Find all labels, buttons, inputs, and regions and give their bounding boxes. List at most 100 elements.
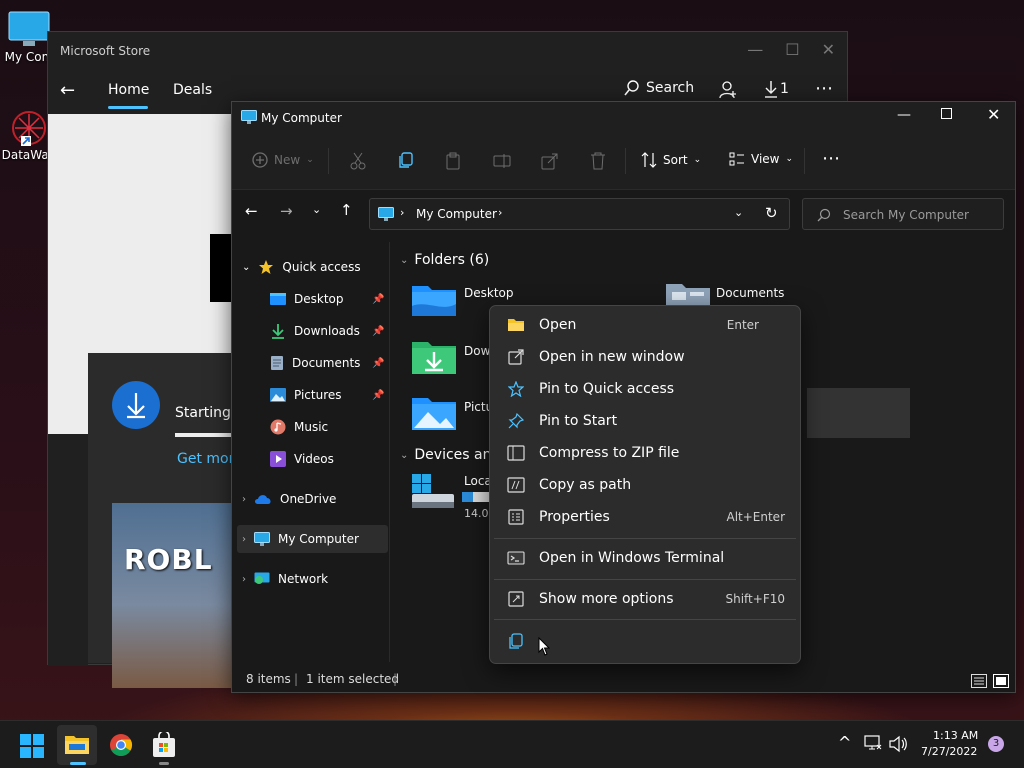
store-tab-home[interactable]: Home [108, 82, 149, 98]
rename-icon[interactable] [493, 152, 511, 170]
get-more-link[interactable]: Get mor [177, 451, 234, 467]
volume-icon[interactable] [889, 735, 909, 753]
folder-item-pictures[interactable]: Pictu [412, 396, 493, 432]
view-button[interactable]: View ⌄ [729, 152, 793, 166]
folder-item-desktop[interactable]: Desktop [412, 282, 514, 318]
menu-item-open[interactable]: Open Enter [495, 309, 795, 341]
minimize-icon[interactable]: — [747, 40, 763, 59]
menu-item-show-more-options[interactable]: Show more options Shift+F10 [495, 583, 795, 615]
nav-item-documents[interactable]: Documents [270, 349, 360, 377]
star-icon [503, 381, 529, 397]
minimize-icon[interactable]: — [897, 107, 911, 123]
new-label: New [274, 153, 301, 167]
navigation-pane: ⌄ Quick access Desktop 📌 Downloads 📌 Doc… [232, 242, 390, 662]
menu-item-windows-terminal[interactable]: Open in Windows Terminal [495, 542, 795, 574]
chrome-icon[interactable] [109, 733, 133, 757]
pin-icon: 📌 [372, 326, 385, 337]
paste-icon[interactable] [445, 152, 461, 170]
menu-item-label: Show more options [539, 591, 674, 607]
recent-locations-icon[interactable]: ⌄ [312, 203, 321, 216]
nav-item-videos[interactable]: Videos [270, 445, 334, 473]
nav-onedrive[interactable]: › OneDrive [242, 485, 336, 513]
chevron-right-icon[interactable]: › [242, 574, 246, 585]
chevron-right-icon[interactable]: › [242, 494, 246, 505]
account-icon[interactable] [718, 80, 738, 100]
maximize-icon[interactable] [941, 108, 952, 119]
start-button-icon[interactable] [20, 734, 44, 758]
menu-item-compress-zip[interactable]: Compress to ZIP file [495, 437, 795, 469]
nav-network[interactable]: › Network [242, 565, 328, 593]
menu-separator [494, 579, 796, 580]
game-banner: ROBL [112, 503, 238, 688]
desktop-folder-icon [412, 286, 456, 316]
menu-item-properties[interactable]: Properties Alt+Enter [495, 501, 795, 533]
chevron-down-icon[interactable]: ⌄ [400, 255, 408, 266]
menu-separator [494, 538, 796, 539]
chevron-right-icon[interactable]: › [242, 534, 246, 545]
chevron-down-icon[interactable]: ⌄ [734, 206, 743, 219]
new-button[interactable]: New ⌄ [252, 152, 314, 168]
store-search-button[interactable]: Search [624, 80, 694, 96]
folder-name: Desktop [464, 286, 514, 300]
menu-item-label: Open in new window [539, 349, 685, 365]
nav-my-computer[interactable]: › My Computer [242, 525, 359, 553]
cut-icon[interactable] [350, 152, 366, 170]
store-downloads-button[interactable]: 1 [764, 80, 789, 98]
more-options-icon[interactable]: ⋯ [815, 78, 833, 99]
selection-count: 1 item selected [306, 672, 400, 686]
chevron-down-icon[interactable]: ⌄ [400, 450, 408, 461]
menu-item-open-new-window[interactable]: Open in new window [495, 341, 795, 373]
file-explorer-icon[interactable] [65, 734, 89, 756]
nav-item-music[interactable]: Music [270, 413, 328, 441]
folder-item-downloads[interactable]: Down [412, 340, 498, 376]
refresh-icon[interactable]: ↻ [765, 204, 778, 222]
folders-group-header[interactable]: ⌄ Folders (6) [400, 252, 489, 268]
search-input[interactable]: Search My Computer [843, 208, 969, 222]
chevron-down-icon[interactable]: ⌄ [242, 262, 250, 273]
see-more-icon[interactable]: ⋯ [822, 148, 840, 169]
monitor-icon [8, 11, 50, 46]
tiles-view-icon[interactable] [993, 674, 1009, 688]
address-bar[interactable]: › My Computer › ⌄ ↻ [369, 198, 790, 230]
details-view-icon[interactable] [971, 674, 987, 688]
back-arrow-icon[interactable]: ← [60, 80, 75, 101]
menu-item-pin-start[interactable]: Pin to Start [495, 405, 795, 437]
menu-item-pin-quick-access[interactable]: Pin to Quick access [495, 373, 795, 405]
close-icon[interactable]: ✕ [987, 105, 1000, 124]
close-icon[interactable]: ✕ [822, 40, 835, 59]
breadcrumb-location[interactable]: My Computer [416, 207, 497, 221]
search-box[interactable]: Search My Computer [802, 198, 1004, 230]
download-card: Starting Get mor ROBL [88, 353, 238, 688]
menu-item-copy-path[interactable]: Copy as path [495, 469, 795, 501]
pin-icon: 📌 [372, 294, 385, 305]
downloads-count: 1 [780, 81, 789, 97]
command-bar: New ⌄ Sort ⌄ View ⌄ ⋯ [232, 134, 1015, 190]
nav-item-downloads[interactable]: Downloads [270, 317, 360, 345]
share-icon[interactable] [541, 152, 559, 170]
nav-item-desktop[interactable]: Desktop [270, 285, 344, 313]
star-icon [259, 260, 274, 274]
network-status-icon[interactable] [864, 735, 882, 753]
microsoft-store-icon[interactable] [152, 732, 176, 758]
devices-group-header[interactable]: ⌄ Devices and [400, 447, 500, 463]
forward-arrow-icon[interactable]: → [280, 202, 293, 220]
drive-item-local-disk[interactable]: Loca 14.0 [412, 474, 492, 520]
maximize-icon[interactable]: ☐ [785, 40, 799, 59]
nav-quick-access[interactable]: ⌄ Quick access [242, 253, 361, 281]
copy-icon[interactable] [398, 152, 414, 170]
back-arrow-icon[interactable]: ← [245, 202, 258, 220]
store-tab-deals[interactable]: Deals [173, 82, 212, 98]
delete-icon[interactable] [590, 152, 606, 170]
notification-badge[interactable]: 3 [988, 736, 1004, 752]
nav-label: Quick access [282, 260, 361, 274]
more-options-icon [503, 591, 529, 607]
document-icon [271, 356, 283, 370]
drive-usage-bar [462, 492, 492, 502]
running-indicator [159, 762, 169, 765]
clock-date[interactable]: 7/27/2022 [921, 745, 977, 758]
up-arrow-icon[interactable]: ↑ [340, 201, 353, 219]
sort-button[interactable]: Sort ⌄ [641, 152, 701, 168]
chevron-up-icon[interactable]: ^ [838, 733, 851, 752]
nav-item-pictures[interactable]: Pictures [270, 381, 342, 409]
clock-time[interactable]: 1:13 AM [933, 729, 978, 742]
